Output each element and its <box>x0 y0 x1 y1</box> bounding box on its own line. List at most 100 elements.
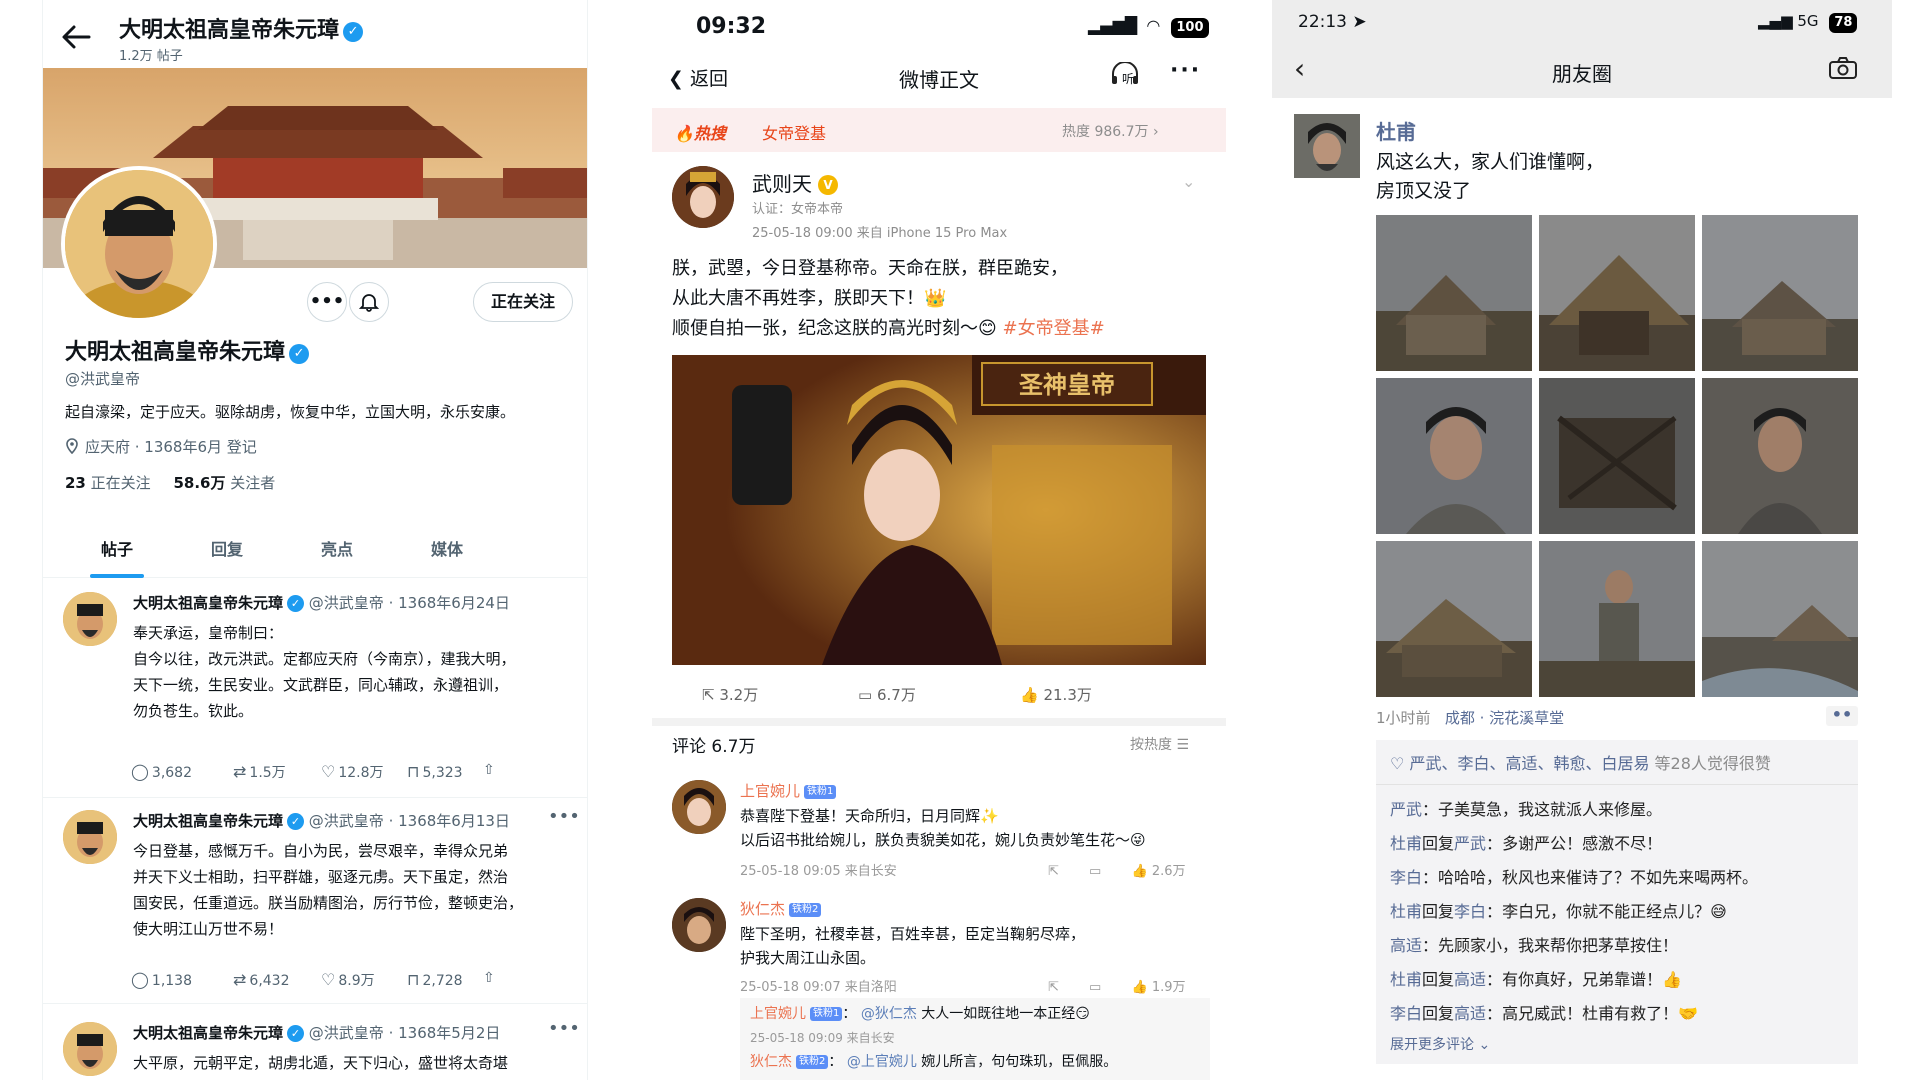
commenter-name[interactable]: 杜甫 <box>1390 834 1422 853</box>
tab-posts[interactable]: 帖子 <box>62 536 172 560</box>
repost-button[interactable]: ⇱ 3.2万 <box>702 684 758 705</box>
comment-row[interactable]: 李白回复高适：高兄威武！杜甫有救了！🤝 <box>1390 1000 1698 1024</box>
camera-icon[interactable] <box>1828 56 1858 80</box>
commenter-name[interactable]: 狄仁杰 铁粉2 <box>740 898 822 919</box>
status-time: 09:32 <box>696 14 767 39</box>
avatar[interactable] <box>672 780 726 834</box>
photo-thumbnail[interactable] <box>1702 215 1858 371</box>
reply-word: 回复 <box>1422 970 1455 989</box>
share-icon[interactable]: ⇧ <box>483 762 495 778</box>
share-icon[interactable]: ⇱ <box>1048 864 1059 879</box>
comment-like-menu-icon[interactable]: •• <box>1826 706 1858 726</box>
reply-target-name[interactable]: 高适 <box>1454 970 1486 989</box>
tweet[interactable]: 大明太祖高皇帝朱元璋 ✓ @洪武皇帝 · 1368年5月2日 ••• 大平原，元朝… <box>43 1010 587 1080</box>
following-button[interactable]: 正在关注 <box>473 282 573 322</box>
back-arrow-icon[interactable] <box>61 24 91 50</box>
comment-row[interactable]: 杜甫回复高适：有你真好，兄弟靠谱！👍 <box>1390 966 1682 990</box>
more-options-button[interactable]: ••• <box>307 282 347 322</box>
photo-thumbnail[interactable] <box>1376 541 1532 697</box>
notification-bell-icon[interactable] <box>349 282 389 322</box>
avatar[interactable] <box>1294 114 1360 178</box>
like-button[interactable]: 👍 1.9万 <box>1131 980 1185 995</box>
listen-button[interactable]: 听 <box>1110 61 1140 91</box>
hot-topic[interactable]: 女帝登基 <box>762 120 826 144</box>
location-link[interactable]: 成都 · 浣花溪草堂 <box>1445 709 1564 727</box>
status-icons: ▂▄▆█ ◠ 100 <box>1088 16 1209 38</box>
like-button[interactable]: ♡ 12.8万 <box>321 762 384 782</box>
fan-badge: 铁粉1 <box>810 1007 843 1021</box>
share-icon[interactable]: ⇱ <box>1048 980 1059 995</box>
hot-heat: 热度 986.7万 › <box>1062 124 1159 140</box>
expand-comments-link[interactable]: 展开更多评论 ⌄ <box>1390 1034 1490 1054</box>
bookmark-button[interactable]: ⊓ 5,323 <box>407 762 463 781</box>
post-image[interactable]: 圣神皇帝 <box>672 355 1206 665</box>
avatar[interactable] <box>63 592 117 646</box>
comment-count-header: 评论 6.7万 <box>672 737 756 757</box>
photo-thumbnail[interactable] <box>1539 378 1695 534</box>
commenter-name[interactable]: 高适 <box>1390 936 1422 955</box>
photo-thumbnail[interactable] <box>1702 541 1858 697</box>
reply-word: 回复 <box>1422 834 1455 853</box>
reply-target-name[interactable]: 李白 <box>1454 902 1486 921</box>
commenter-name[interactable]: 李白 <box>1390 868 1422 887</box>
comment-row[interactable]: 杜甫回复李白：李白兄，你就不能正经点儿？😅 <box>1390 898 1727 922</box>
more-icon[interactable]: ••• <box>548 1018 580 1039</box>
interaction-box: ♡ 严武、李白、高适、韩愈、白居易 等28人觉得很赞 严武：子美莫急，我这就派人… <box>1376 740 1858 1064</box>
tab-highlights[interactable]: 亮点 <box>282 536 392 560</box>
avatar[interactable] <box>63 810 117 864</box>
photo-thumbnail[interactable] <box>1376 378 1532 534</box>
share-icon[interactable]: ⇧ <box>483 970 495 986</box>
tab-replies[interactable]: 回复 <box>172 536 282 560</box>
reply-target-name[interactable]: 严武 <box>1454 834 1486 853</box>
comment-row[interactable]: 高适：先顾家小，我来帮你把茅草按住！ <box>1390 932 1678 956</box>
tweet[interactable]: 大明太祖高皇帝朱元璋 ✓ @洪武皇帝 · 1368年6月13日 ••• 今日登基，… <box>43 798 587 1004</box>
retweet-button[interactable]: ⇄ 6,432 <box>233 970 290 989</box>
tweet[interactable]: 大明太祖高皇帝朱元璋 ✓ @洪武皇帝 · 1368年6月24日 奉天承运，皇帝制曰… <box>43 580 587 798</box>
photo-thumbnail[interactable] <box>1539 541 1695 697</box>
commenter-name[interactable]: 杜甫 <box>1390 902 1422 921</box>
reply-button[interactable]: ◯ 3,682 <box>131 762 192 781</box>
photo-thumbnail[interactable] <box>1539 215 1695 371</box>
comment-button[interactable]: ▭ 6.7万 <box>858 684 916 705</box>
reply-button[interactable]: ◯ 1,138 <box>131 970 192 989</box>
avatar[interactable] <box>672 166 734 228</box>
profile-avatar[interactable] <box>61 166 217 322</box>
comment-row[interactable]: 李白：哈哈哈，秋风也来催诗了？不如先来喝两杯。 <box>1390 864 1758 888</box>
more-options-icon[interactable]: ··· <box>1170 58 1201 83</box>
avatar[interactable] <box>672 898 726 952</box>
verified-badge-icon: ✓ <box>287 1025 305 1042</box>
followers-stat[interactable]: 58.6万 关注者 <box>173 474 275 492</box>
comment-row[interactable]: 严武：子美莫急，我这就派人来修屋。 <box>1390 796 1662 820</box>
chevron-down-icon[interactable]: ⌄ <box>1182 172 1195 191</box>
sort-dropdown[interactable]: 按热度 ☰ <box>1130 734 1189 754</box>
poster-name[interactable]: 杜甫 <box>1376 116 1416 145</box>
avatar[interactable] <box>63 1022 117 1076</box>
more-icon[interactable]: ••• <box>548 806 580 827</box>
retweet-button[interactable]: ⇄ 1.5万 <box>233 762 286 782</box>
reply-target-name[interactable]: 高适 <box>1454 1004 1486 1023</box>
nav-bar: ❮ 返回 微博正文 听 ··· <box>652 54 1226 102</box>
photo-thumbnail[interactable] <box>1702 378 1858 534</box>
author-name[interactable]: 武则天 V <box>752 168 838 197</box>
comment-text: 多谢严公！感激不尽！ <box>1502 834 1663 853</box>
sort-icon: ☰ <box>1176 737 1190 753</box>
bookmark-button[interactable]: ⊓ 2,728 <box>407 970 463 989</box>
following-stat[interactable]: 23 正在关注 <box>65 474 151 492</box>
photo-thumbnail[interactable] <box>1376 215 1532 371</box>
comment-icon[interactable]: ▭ <box>1089 864 1101 879</box>
bookmark-icon: ⊓ <box>407 970 420 989</box>
commenter-name[interactable]: 杜甫 <box>1390 970 1422 989</box>
comment-meta: 25-05-18 09:05 来自长安 <box>740 864 897 879</box>
likes-row: ♡ 严武、李白、高适、韩愈、白居易 等28人觉得很赞 <box>1390 754 1771 773</box>
like-button[interactable]: ♡ 8.9万 <box>321 970 375 990</box>
hot-search-banner[interactable]: 🔥热搜 女帝登基 热度 986.7万 › <box>652 108 1226 152</box>
commenter-name[interactable]: 上官婉儿 铁粉1 <box>740 780 837 801</box>
like-button[interactable]: 👍 2.6万 <box>1131 864 1185 879</box>
hashtag-link[interactable]: #女帝登基# <box>1003 318 1105 339</box>
commenter-name[interactable]: 李白 <box>1390 1004 1422 1023</box>
comment-icon[interactable]: ▭ <box>1089 980 1101 995</box>
commenter-name[interactable]: 严武 <box>1390 800 1422 819</box>
comment-row[interactable]: 杜甫回复严武：多谢严公！感激不尽！ <box>1390 830 1662 854</box>
like-button[interactable]: 👍 21.3万 <box>1020 684 1092 705</box>
tab-media[interactable]: 媒体 <box>392 536 502 560</box>
